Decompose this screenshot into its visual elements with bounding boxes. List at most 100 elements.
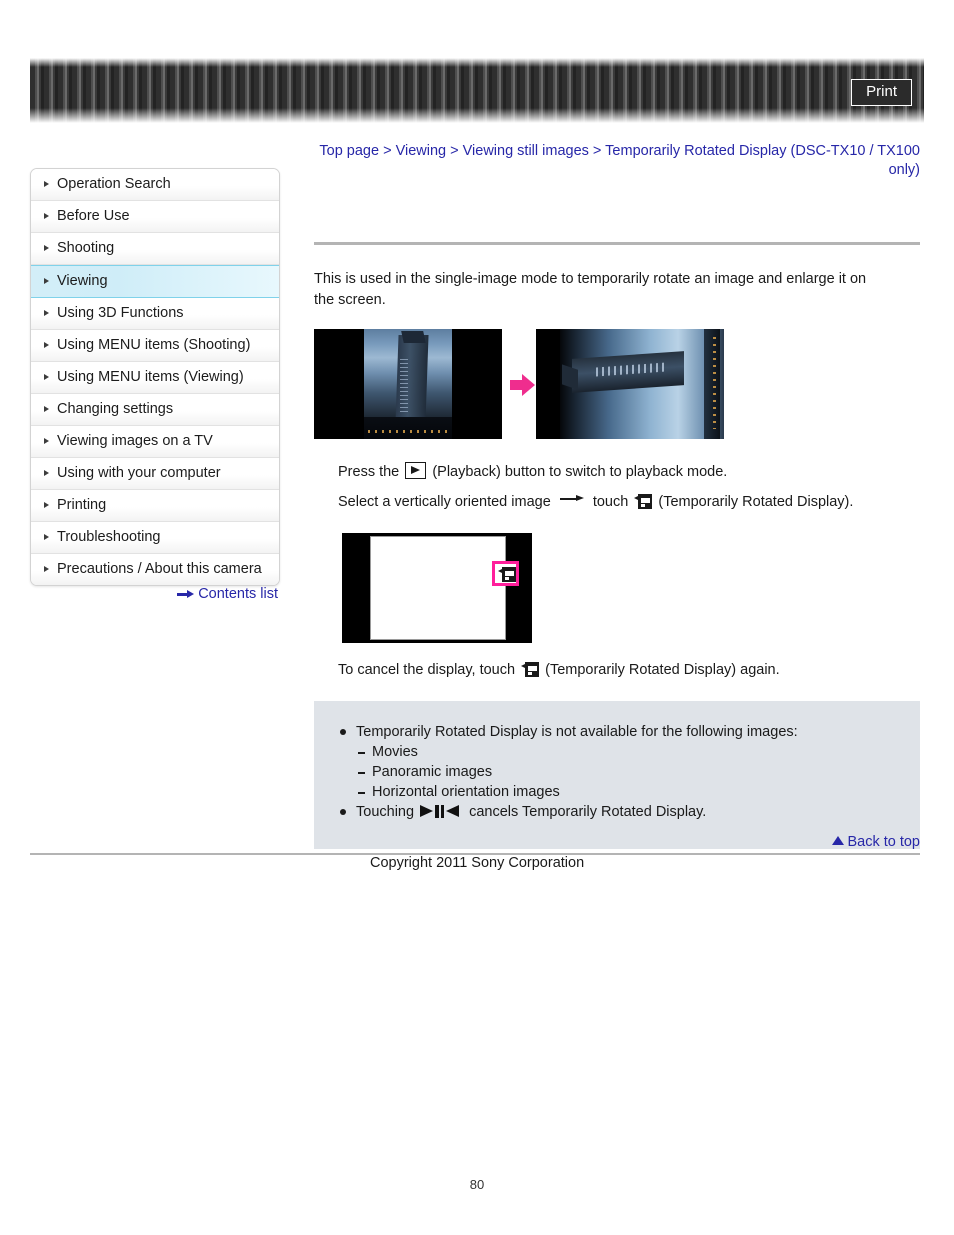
foreground-shape-rotated: [704, 329, 720, 439]
back-to-top-link[interactable]: Back to top: [314, 834, 920, 850]
main-content: This is used in the single-image mode to…: [314, 242, 920, 849]
sidebar-item-label: Using with your computer: [57, 465, 221, 481]
step-text-suffix: (Playback) button to switch to playback …: [432, 464, 728, 480]
sidebar-item-using-menu-items-viewing[interactable]: Using MENU items (Viewing): [31, 362, 279, 394]
triangle-right-icon: [44, 213, 49, 219]
sidebar-item-label: Troubleshooting: [57, 529, 161, 545]
street-lights-rotated: [713, 337, 716, 429]
arrow-right-icon: [177, 589, 195, 599]
photo-comparison: [314, 329, 920, 439]
bullet-icon: [340, 809, 346, 815]
back-to-top-label: Back to top: [847, 834, 920, 850]
sidebar-item-using-with-your-computer[interactable]: Using with your computer: [31, 458, 279, 490]
sidebar-item-label: Before Use: [57, 208, 130, 224]
photo-after-rotation: [536, 329, 724, 439]
sidebar-item-label: Using 3D Functions: [57, 305, 184, 321]
note-text-prefix: Touching: [356, 804, 415, 820]
breadcrumb: Top page > Viewing > Viewing still image…: [314, 142, 920, 180]
triangle-up-icon: [832, 836, 845, 845]
sidebar-item-before-use[interactable]: Before Use: [31, 201, 279, 233]
note-sub-text: Panoramic images: [372, 764, 493, 780]
breadcrumb-separator: >: [588, 143, 606, 159]
sidebar-item-label: Printing: [57, 497, 107, 513]
copyright-text: Copyright 2011 Sony Corporation: [370, 855, 585, 871]
note-sub-item: Horizontal orientation images: [314, 783, 920, 802]
step-text-middle: touch: [592, 494, 629, 510]
breadcrumb-item-top-page[interactable]: Top page: [319, 143, 379, 159]
sidebar-item-using-3d-functions[interactable]: Using 3D Functions: [31, 298, 279, 330]
cancel-text-prefix: To cancel the display, touch: [338, 662, 516, 678]
note-sub-item: Panoramic images: [314, 763, 920, 782]
pause-icon: [440, 805, 445, 818]
contents-list-link[interactable]: Contents list: [30, 586, 278, 602]
dash-icon: [358, 772, 365, 774]
arrow-right-icon: [559, 495, 584, 503]
sidebar-item-label: Using MENU items (Viewing): [57, 369, 244, 385]
sidebar-item-shooting[interactable]: Shooting: [31, 233, 279, 265]
bullet-icon: [340, 729, 346, 735]
note-sub-item: Movies: [314, 743, 920, 762]
print-button[interactable]: Print: [851, 79, 912, 106]
breadcrumb-item-viewing-still-images[interactable]: Viewing still images: [463, 143, 589, 159]
note-sub-text: Movies: [372, 744, 418, 760]
playback-button-icon: [405, 462, 427, 479]
temporarily-rotated-display-icon: [521, 660, 540, 678]
sidebar-item-label: Changing settings: [57, 401, 174, 417]
triangle-right-icon: [44, 534, 49, 540]
sidebar-item-viewing[interactable]: Viewing: [31, 265, 279, 298]
sidebar-item-label: Shooting: [57, 240, 115, 256]
sidebar-item-changing-settings[interactable]: Changing settings: [31, 394, 279, 426]
rotated-skyscraper-photo: [560, 329, 724, 439]
breadcrumb-item-current-page[interactable]: Temporarily Rotated Display (DSC-TX10 / …: [605, 143, 920, 178]
tower-windows: [400, 359, 408, 415]
step-press-playback: Press the (Playback) button to switch to…: [338, 459, 920, 485]
triangle-right-icon: [44, 566, 49, 572]
temporarily-rotated-display-icon: [498, 565, 516, 583]
portrait-skyscraper-photo: [364, 329, 452, 439]
play-icon: [420, 805, 434, 817]
page-number: 80: [469, 1177, 485, 1192]
photo-before-rotation: [314, 329, 502, 439]
sidebar-item-using-menu-items-shooting[interactable]: Using MENU items (Shooting): [31, 330, 279, 362]
intro-paragraph: This is used in the single-image mode to…: [314, 271, 867, 308]
triangle-right-icon: [44, 470, 49, 476]
sidebar-item-operation-search[interactable]: Operation Search: [31, 169, 279, 201]
triangle-right-icon: [44, 278, 49, 284]
step-text-prefix: Select a vertically oriented image: [338, 494, 551, 510]
arrow-right-icon: [510, 374, 536, 396]
note-sub-text: Horizontal orientation images: [372, 784, 560, 800]
sidebar-item-label: Operation Search: [57, 176, 171, 192]
breadcrumb-separator: >: [379, 143, 396, 159]
sidebar-item-label: Precautions / About this camera: [57, 561, 262, 577]
highlighted-rotate-button[interactable]: [492, 561, 519, 586]
breadcrumb-separator: >: [446, 143, 463, 159]
sidebar-item-printing[interactable]: Printing: [31, 490, 279, 522]
note-item: Temporarily Rotated Display is not avail…: [314, 723, 920, 742]
foreground-shape: [364, 417, 452, 439]
header-banner: Print: [30, 58, 924, 123]
street-lights: [368, 430, 448, 433]
contents-list-label: Contents list: [198, 586, 278, 603]
sidebar-item-troubleshooting[interactable]: Troubleshooting: [31, 522, 279, 554]
temporarily-rotated-display-icon: [634, 492, 653, 510]
sidebar-item-label: Viewing images on a TV: [57, 433, 213, 449]
pause-icon: [435, 805, 439, 818]
step-text-suffix: (Temporarily Rotated Display).: [658, 494, 854, 510]
sidebar-item-viewing-images-on-a-tv[interactable]: Viewing images on a TV: [31, 426, 279, 458]
dash-icon: [358, 792, 365, 794]
playback-transport-icons: [420, 804, 462, 819]
sidebar-item-precautions-about-this-camera[interactable]: Precautions / About this camera: [31, 554, 279, 585]
sidebar-item-label: Viewing: [57, 273, 108, 289]
previous-icon: [446, 805, 460, 817]
note-item: Touching cancels Temporarily Rotated Dis…: [314, 803, 920, 822]
sidebar-item-label: Using MENU items (Shooting): [57, 337, 251, 353]
notes-box: Temporarily Rotated Display is not avail…: [314, 701, 920, 849]
dash-icon: [358, 752, 365, 754]
triangle-right-icon: [44, 374, 49, 380]
step-select-and-touch: Select a vertically oriented image touch…: [338, 489, 920, 515]
camera-screen-mockup: [342, 533, 532, 643]
triangle-right-icon: [44, 181, 49, 187]
screen-image-area: [370, 536, 506, 640]
triangle-right-icon: [44, 438, 49, 444]
breadcrumb-item-viewing[interactable]: Viewing: [396, 143, 447, 159]
